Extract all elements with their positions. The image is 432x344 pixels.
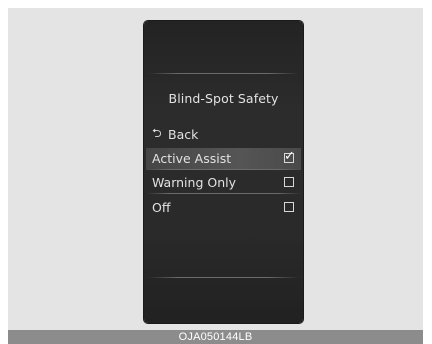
top-divider (148, 73, 299, 74)
checkbox-unchecked[interactable] (284, 177, 294, 187)
bottom-divider (148, 277, 299, 278)
checkbox-unchecked[interactable] (284, 202, 294, 212)
option-label: Warning Only (152, 175, 236, 190)
return-arrow-icon: ⮌ (152, 126, 162, 140)
back-label: Back (168, 127, 199, 142)
option-divider (146, 193, 301, 194)
option-active-assist[interactable]: Active Assist ✓ (146, 148, 301, 170)
option-label: Active Assist (152, 151, 232, 166)
checkbox-checked[interactable]: ✓ (284, 149, 295, 164)
option-label: Off (152, 200, 171, 215)
caption-bar: OJA050144LB (8, 330, 423, 344)
option-warning-only[interactable]: Warning Only (146, 172, 301, 194)
menu-title: Blind-Spot Safety (168, 91, 279, 106)
back-button[interactable]: ⮌ Back (152, 124, 198, 145)
option-divider (146, 169, 301, 170)
option-off[interactable]: Off (146, 197, 301, 219)
image-code-caption: OJA050144LB (178, 331, 253, 343)
checkmark-icon: ✓ (284, 149, 295, 164)
cluster-display-screen: Blind-Spot Safety ⮌ Back Active Assist ✓… (144, 21, 303, 323)
